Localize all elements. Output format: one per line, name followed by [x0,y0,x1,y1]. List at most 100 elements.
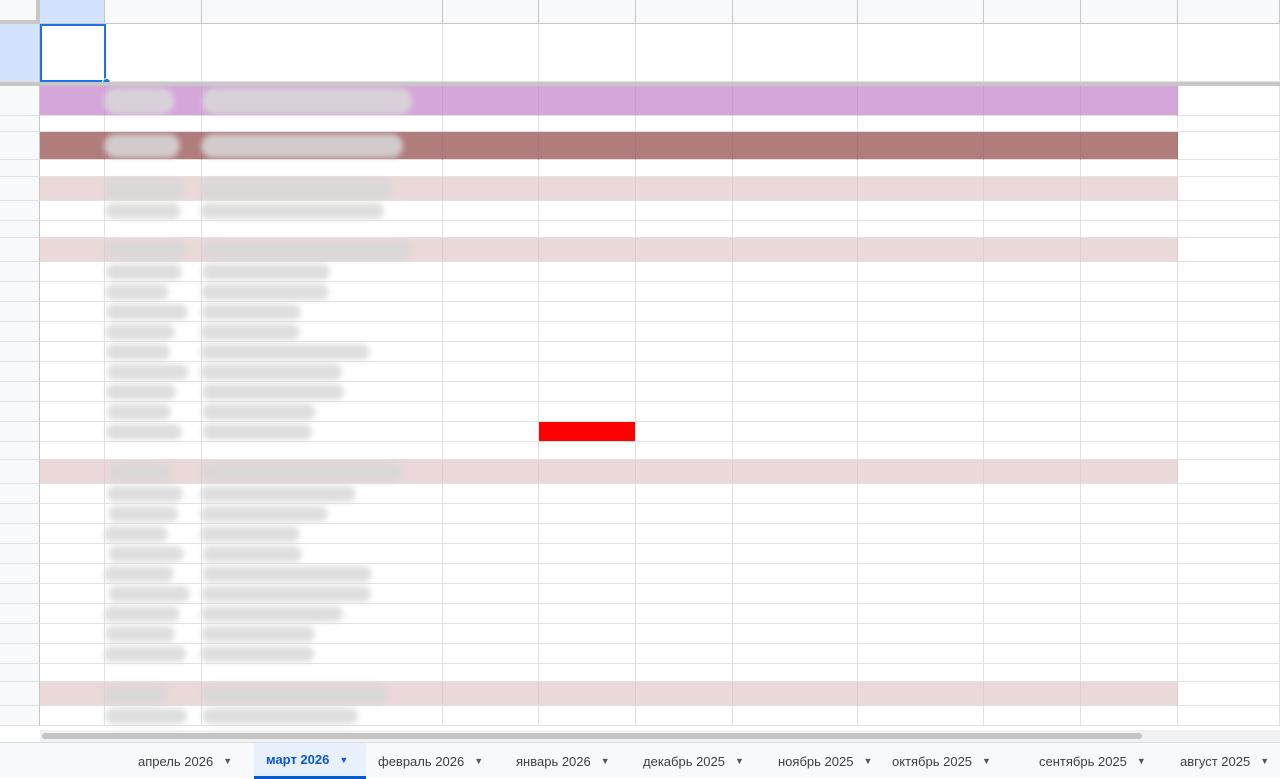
cell-k7[interactable] [1178,201,1280,221]
cell-i29[interactable] [984,644,1081,664]
cell-e10[interactable] [539,262,636,282]
chevron-down-icon[interactable]: ▼ [601,756,610,766]
cell-j9[interactable] [1081,238,1178,262]
cell-j20[interactable] [1081,460,1178,484]
cell-g25[interactable] [733,564,858,584]
cell-f18[interactable] [636,422,733,442]
header-cell-f[interactable] [636,24,733,82]
cell-k25[interactable] [1178,564,1280,584]
cell-f16[interactable] [636,382,733,402]
cell-d16[interactable] [443,382,539,402]
cell-d17[interactable] [443,402,539,422]
cell-e23[interactable] [539,524,636,544]
header-cell-e[interactable] [539,24,636,82]
cell-j11[interactable] [1081,282,1178,302]
cell-j26[interactable] [1081,584,1178,604]
cell-h13[interactable] [858,322,984,342]
cell-a31[interactable] [40,682,105,706]
chevron-down-icon[interactable]: ▼ [474,756,483,766]
cell-f3[interactable] [636,116,733,132]
cell-e22[interactable] [539,504,636,524]
horizontal-scrollbar[interactable] [40,730,1280,742]
cell-b30[interactable] [105,664,202,682]
cell-h8[interactable] [858,221,984,238]
cell-g4[interactable] [733,132,858,160]
cell-k28[interactable] [1178,624,1280,644]
row-header-22[interactable] [0,504,40,524]
cell-e28[interactable] [539,624,636,644]
cell-e2[interactable] [539,86,636,116]
cell-j7[interactable] [1081,201,1178,221]
scrollbar-thumb[interactable] [42,733,1142,739]
cell-j32[interactable] [1081,706,1178,726]
cell-g20[interactable] [733,460,858,484]
cell-k21[interactable] [1178,484,1280,504]
cell-h2[interactable] [858,86,984,116]
cell-d12[interactable] [443,302,539,322]
cell-f26[interactable] [636,584,733,604]
cell-j4[interactable] [1081,132,1178,160]
cell-j25[interactable] [1081,564,1178,584]
chevron-down-icon[interactable]: ▼ [223,756,232,766]
cell-j3[interactable] [1081,116,1178,132]
cell-j30[interactable] [1081,664,1178,682]
cell-i7[interactable] [984,201,1081,221]
cell-h6[interactable] [858,177,984,201]
cell-d15[interactable] [443,362,539,382]
cell-h14[interactable] [858,342,984,362]
cell-f8[interactable] [636,221,733,238]
row-header-20[interactable] [0,460,40,484]
cell-d3[interactable] [443,116,539,132]
cell-i6[interactable] [984,177,1081,201]
cell-g24[interactable] [733,544,858,564]
cell-f32[interactable] [636,706,733,726]
cell-d27[interactable] [443,604,539,624]
cell-h32[interactable] [858,706,984,726]
cell-e11[interactable] [539,282,636,302]
cell-k9[interactable] [1178,238,1280,262]
cell-h7[interactable] [858,201,984,221]
cell-e16[interactable] [539,382,636,402]
cell-g26[interactable] [733,584,858,604]
cell-g6[interactable] [733,177,858,201]
row-header-5[interactable] [0,160,40,177]
cell-h17[interactable] [858,402,984,422]
cell-a21[interactable] [40,484,105,504]
cell-k12[interactable] [1178,302,1280,322]
cell-g28[interactable] [733,624,858,644]
cell-k14[interactable] [1178,342,1280,362]
cell-g12[interactable] [733,302,858,322]
cell-g15[interactable] [733,362,858,382]
cell-k31[interactable] [1178,682,1280,706]
header-cell-g[interactable] [733,24,858,82]
cell-d22[interactable] [443,504,539,524]
cell-a32[interactable] [40,706,105,726]
cell-k18[interactable] [1178,422,1280,442]
row-header-9[interactable] [0,238,40,262]
add-sheet-icon[interactable] [40,743,76,779]
header-cell-c[interactable] [202,24,443,82]
cell-k11[interactable] [1178,282,1280,302]
sheet-tab-9[interactable]: август 2025 ▼ [1168,743,1280,779]
cell-k22[interactable] [1178,504,1280,524]
cell-f28[interactable] [636,624,733,644]
cell-g29[interactable] [733,644,858,664]
cell-j22[interactable] [1081,504,1178,524]
spreadsheet-grid[interactable] [0,0,1280,742]
cell-i25[interactable] [984,564,1081,584]
cell-d8[interactable] [443,221,539,238]
cell-g14[interactable] [733,342,858,362]
cell-f9[interactable] [636,238,733,262]
cell-d7[interactable] [443,201,539,221]
cell-g19[interactable] [733,442,858,460]
cell-k20[interactable] [1178,460,1280,484]
row-header-21[interactable] [0,484,40,504]
cell-i4[interactable] [984,132,1081,160]
cell-a10[interactable] [40,262,105,282]
cell-d4[interactable] [443,132,539,160]
cell-i14[interactable] [984,342,1081,362]
cell-j21[interactable] [1081,484,1178,504]
row-header-28[interactable] [0,624,40,644]
cell-e26[interactable] [539,584,636,604]
cell-g10[interactable] [733,262,858,282]
